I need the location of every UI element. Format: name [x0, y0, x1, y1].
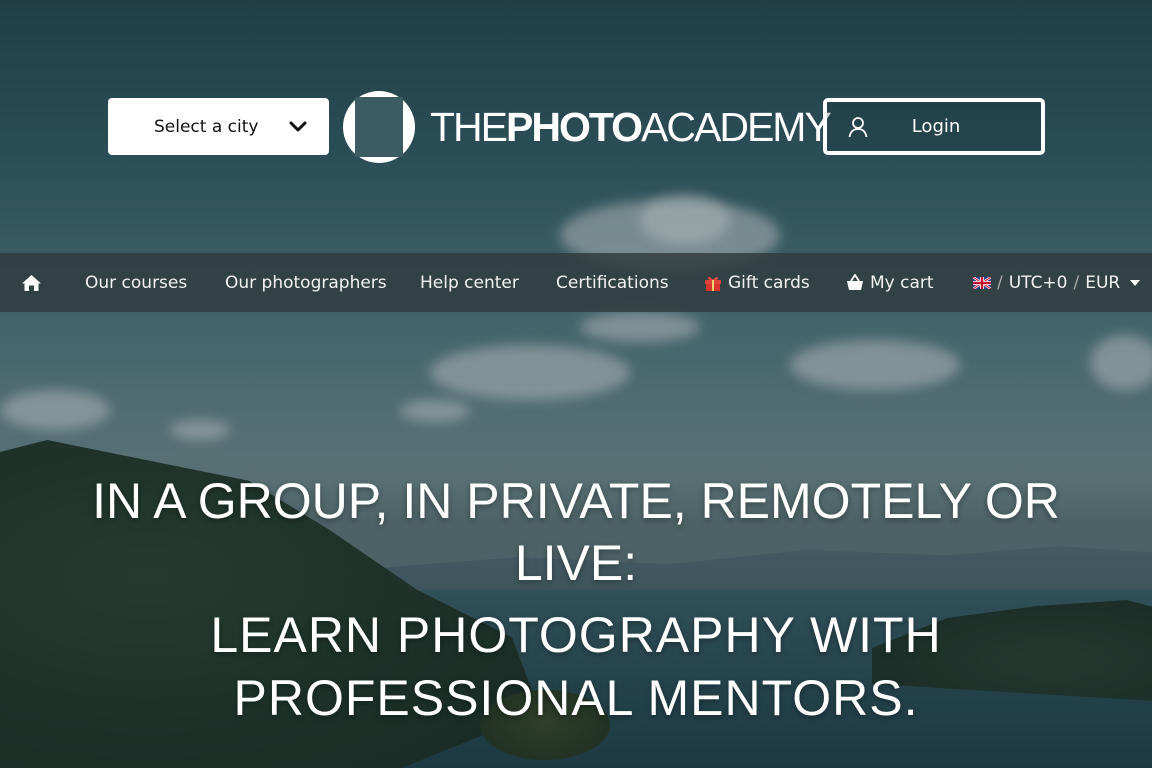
nav-label: Our photographers: [225, 272, 387, 293]
main-navbar: Our courses Our photographers Help cente…: [0, 253, 1152, 312]
login-button[interactable]: Login: [823, 98, 1045, 155]
uk-flag-icon: [973, 276, 991, 289]
locale-separator: /: [997, 272, 1003, 293]
logo-wordmark: THEPHOTOACADEMY: [430, 103, 832, 150]
hero-subtitle: LEARN PHOTOGRAPHY WITH PROFESSIONAL MENT…: [210, 607, 942, 726]
home-icon: [22, 274, 41, 291]
nav-label: My cart: [870, 272, 934, 293]
currency-label: EUR: [1085, 272, 1121, 293]
city-select[interactable]: Select a city: [108, 98, 329, 155]
basket-icon: [847, 274, 863, 290]
nav-label: Our courses: [85, 272, 188, 293]
site-logo[interactable]: THEPHOTOACADEMY: [342, 90, 832, 164]
locale-currency-selector[interactable]: / UTC+0 / EUR: [973, 253, 1146, 312]
logo-mark-icon: [343, 91, 415, 163]
nav-label: Help center: [420, 272, 519, 293]
locale-separator: /: [1073, 272, 1080, 293]
nav-home[interactable]: [21, 253, 48, 312]
gift-icon: [705, 276, 721, 291]
user-icon: [848, 117, 868, 138]
caret-down-icon: [1130, 279, 1141, 286]
timezone-label: UTC+0: [1008, 272, 1068, 293]
nav-certifications[interactable]: Certifications: [556, 253, 669, 312]
nav-our-photographers[interactable]: Our photographers: [225, 253, 387, 312]
hero-title: IN A GROUP, IN PRIVATE, REMOTELY OR LIVE…: [92, 473, 1060, 591]
nav-help-center[interactable]: Help center: [420, 253, 519, 312]
nav-label: Certifications: [556, 272, 669, 293]
nav-my-cart[interactable]: My cart: [846, 253, 934, 312]
nav-our-courses[interactable]: Our courses: [85, 253, 187, 312]
nav-label: Gift cards: [728, 272, 810, 293]
city-select-label: Select a city: [154, 116, 259, 137]
nav-gift-cards[interactable]: Gift cards: [704, 253, 810, 312]
chevron-down-icon: [289, 121, 307, 131]
